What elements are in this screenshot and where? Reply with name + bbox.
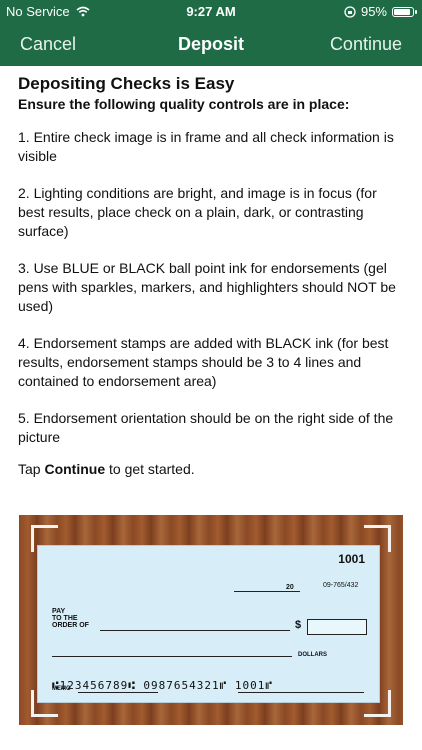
instructions-subtitle: Ensure the following quality controls ar… [18, 96, 350, 112]
date-label: 20 [286, 584, 294, 591]
pay-label: ORDER OF [52, 622, 89, 629]
dollars-label: DOLLARS [298, 652, 327, 658]
rotation-lock-icon [344, 5, 356, 18]
tap-suffix: to get started. [105, 461, 195, 477]
instruction-item: 2. Lighting conditions are bright, and i… [18, 185, 377, 239]
pay-label: PAY [52, 608, 66, 615]
signature-line [238, 692, 364, 693]
navigation-bar: Cancel Deposit Continue [0, 24, 422, 66]
amount-box [307, 619, 367, 635]
tap-bold: Continue [44, 461, 106, 477]
app-header: No Service 9:27 AM 95% Cancel Deposit Co… [0, 0, 422, 66]
status-bar: No Service 9:27 AM 95% [0, 0, 422, 24]
instruction-item: 3. Use BLUE or BLACK ball point ink for … [18, 260, 396, 314]
battery-fill [394, 8, 410, 15]
micr-line: ⑆123456789⑆ 0987654321⑈ 1001⑈ [52, 679, 273, 692]
battery-icon [392, 6, 417, 17]
instruction-item: 5. Endorsement orientation should be on … [18, 410, 394, 445]
instructions: Depositing Checks is Easy Ensure the fol… [18, 74, 404, 477]
payee-line [100, 630, 290, 631]
status-right: 95% [344, 4, 417, 19]
date-line [234, 591, 300, 592]
check-number: 1001 [338, 552, 365, 566]
pay-label: TO THE [52, 615, 78, 622]
written-amount-line [52, 656, 292, 657]
check-example-image: 1001 20 09-765/432 PAY TO THE ORDER OF $… [19, 515, 403, 725]
tap-prefix: Tap [18, 461, 45, 477]
memo-line [78, 692, 158, 693]
instructions-title: Depositing Checks is Easy [18, 74, 235, 93]
dollar-sign: $ [295, 619, 302, 631]
instruction-item: 1. Entire check image is in frame and al… [18, 129, 394, 164]
routing-fraction: 09-765/432 [323, 582, 359, 589]
instruction-item: 4. Endorsement stamps are added with BLA… [18, 335, 389, 389]
battery-percent: 95% [360, 4, 387, 19]
continue-button[interactable]: Continue [330, 34, 402, 55]
sample-check: 1001 20 09-765/432 PAY TO THE ORDER OF $… [37, 545, 380, 703]
tap-continue-text: Tap Continue to get started. [18, 461, 404, 477]
